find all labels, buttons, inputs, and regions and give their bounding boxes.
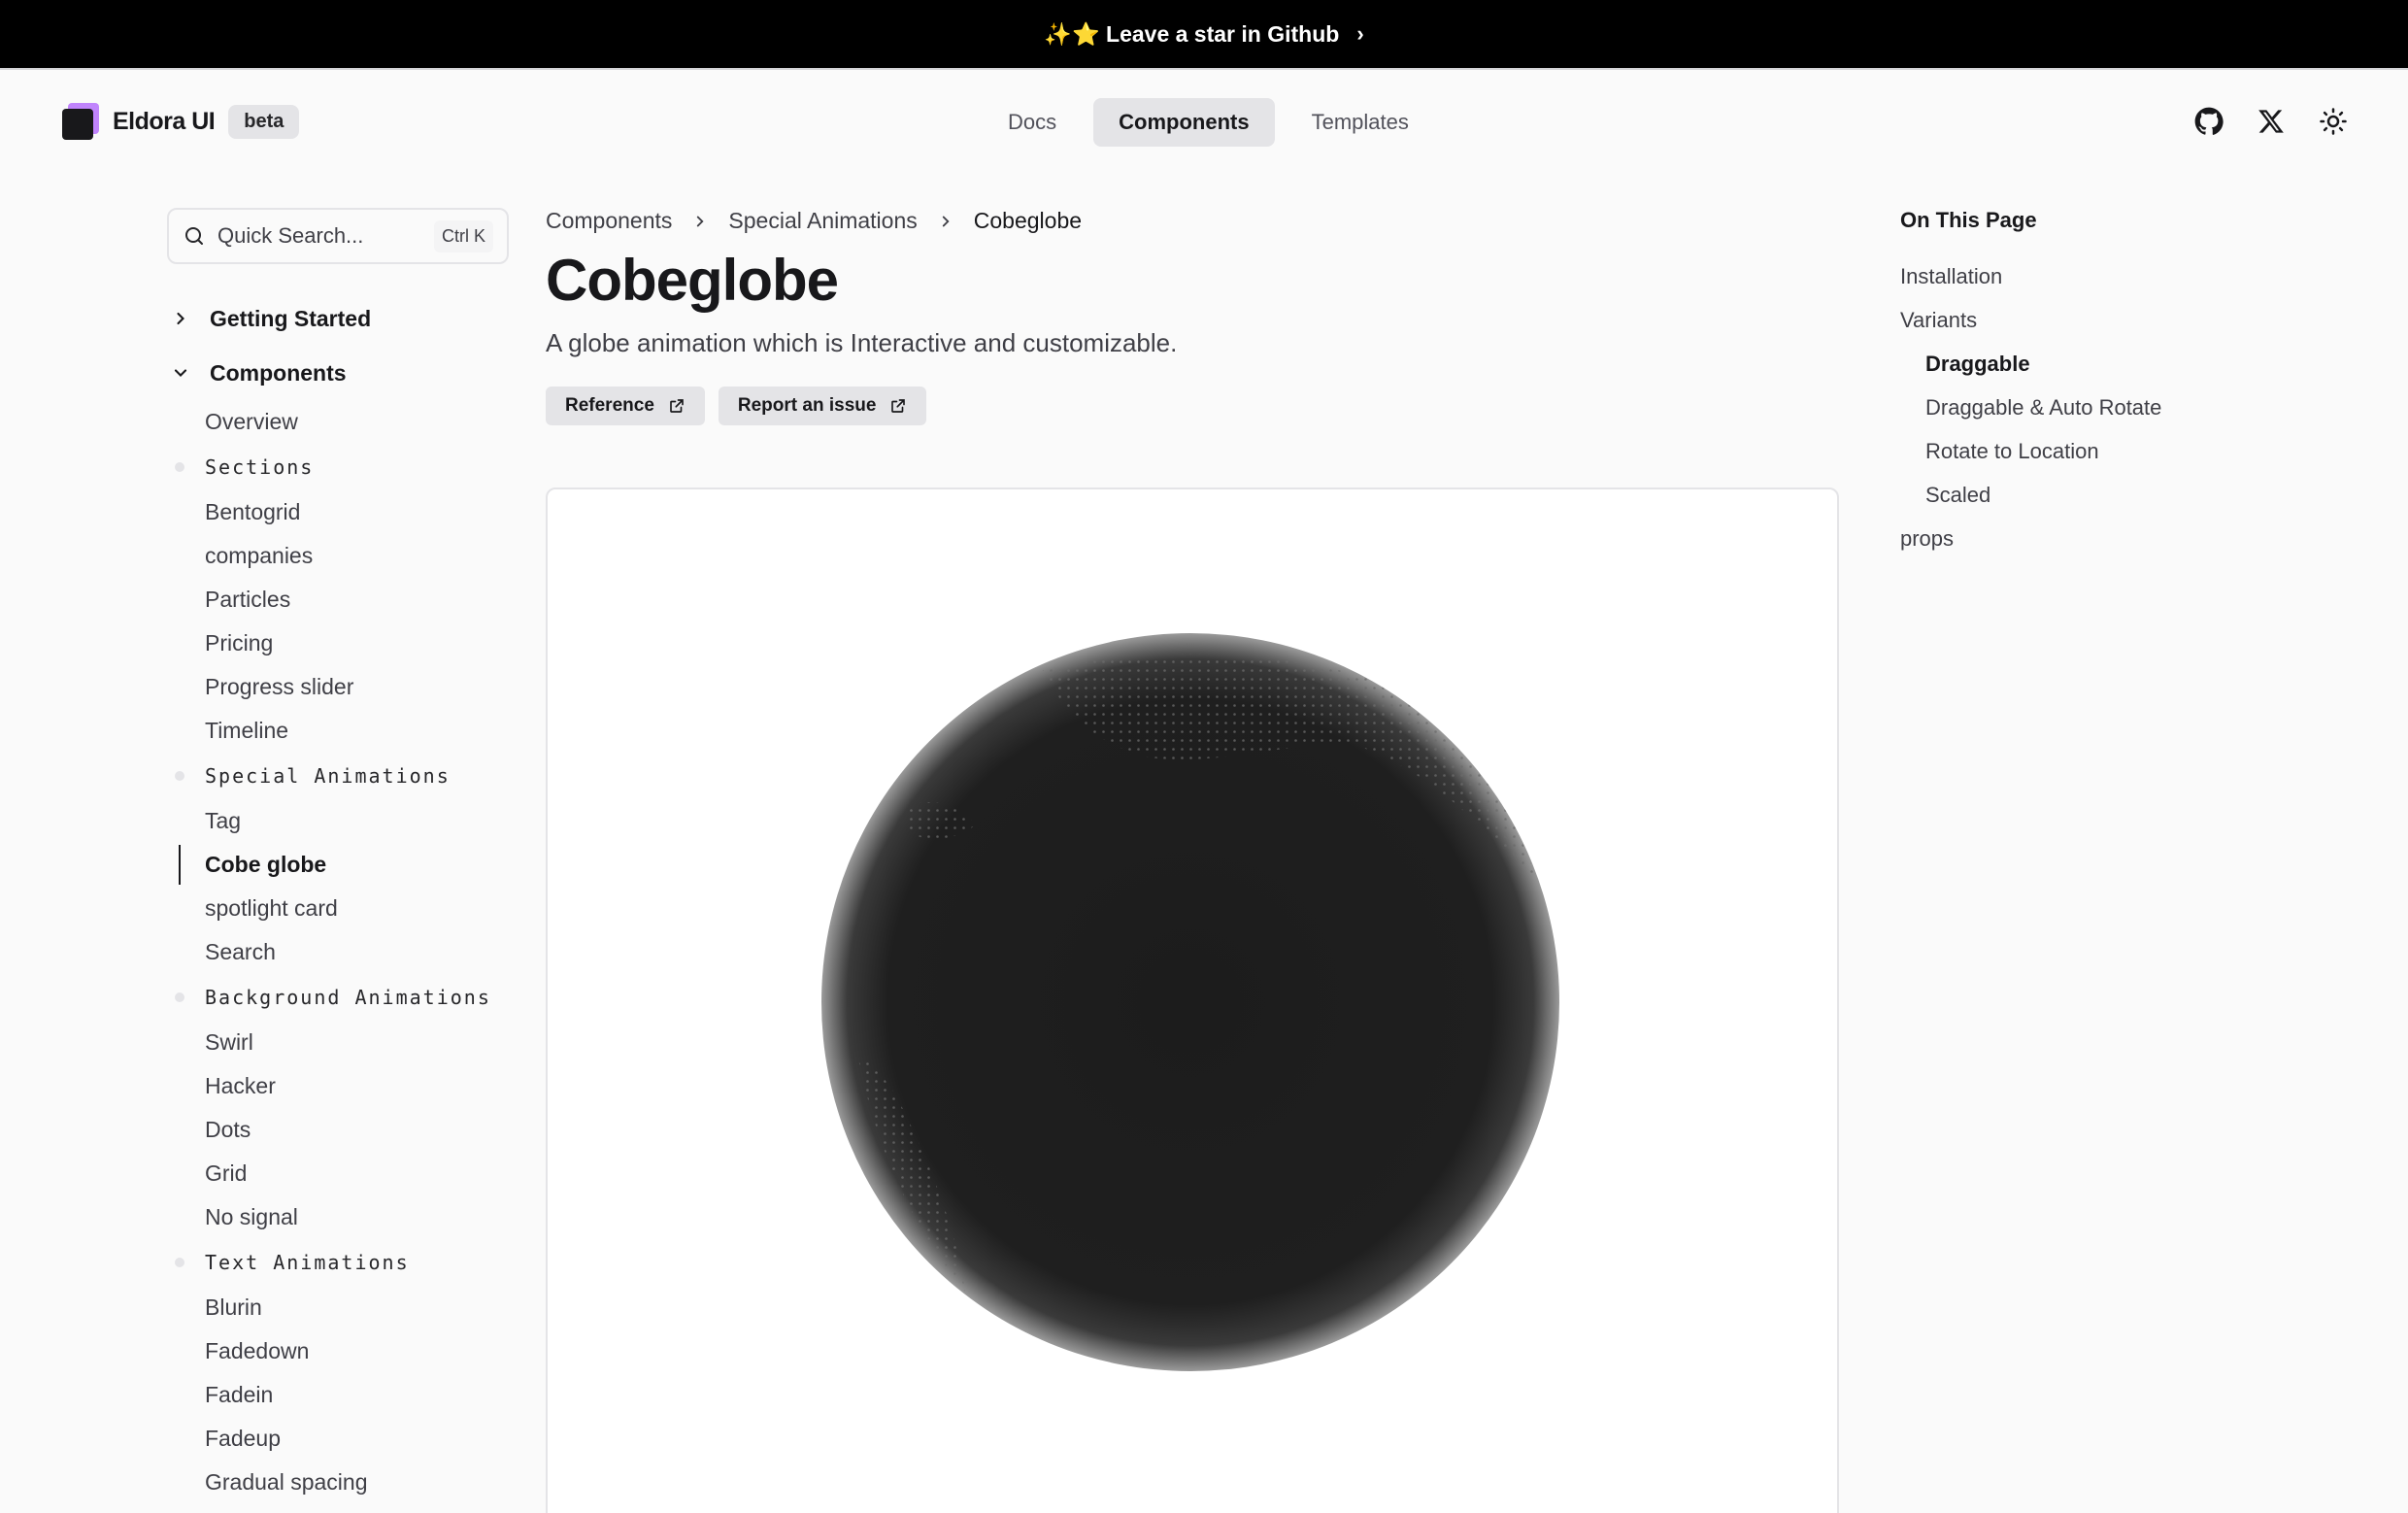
sidebar-item-grid[interactable]: Grid: [167, 1152, 517, 1195]
toc-scaled[interactable]: Scaled: [1900, 473, 2308, 517]
sidebar-section-title: Sections: [167, 444, 517, 490]
chevron-right-icon: ›: [1356, 21, 1364, 46]
sidebar-item-blurin[interactable]: Blurin: [167, 1286, 517, 1329]
chevron-down-icon: [174, 369, 187, 377]
sidebar-group-label: Getting Started: [210, 305, 372, 331]
brand-link[interactable]: Eldora UI beta: [62, 103, 300, 140]
report-issue-label: Report an issue: [737, 395, 877, 416]
brand-name: Eldora UI: [113, 107, 216, 135]
breadcrumb-special-animations[interactable]: Special Animations: [728, 208, 917, 234]
sidebar-item-companies[interactable]: companies: [167, 534, 517, 578]
chevron-right-icon: [942, 216, 950, 226]
search-shortcut: Ctrl K: [434, 219, 493, 252]
report-issue-button[interactable]: Report an issue: [718, 387, 927, 425]
toc-variants[interactable]: Variants: [1900, 298, 2308, 342]
sidebar-section-title: Text Animations: [167, 1239, 517, 1286]
toc-installation[interactable]: Installation: [1900, 254, 2308, 298]
toc-draggable[interactable]: Draggable: [1900, 342, 2308, 386]
breadcrumb-components[interactable]: Components: [546, 208, 672, 234]
breadcrumb: Components Special Animations Cobeglobe: [546, 208, 1082, 234]
banner-text: ✨⭐ Leave a star in Github: [1044, 20, 1340, 47]
beta-badge: beta: [228, 104, 300, 139]
nav-docs[interactable]: Docs: [983, 98, 1082, 147]
sidebar-item-no-signal[interactable]: No signal: [167, 1195, 517, 1239]
quick-search[interactable]: Quick Search... Ctrl K: [167, 208, 509, 264]
sidebar: Getting Started Components Overview Sect…: [167, 291, 517, 1504]
sidebar-item-overview[interactable]: Overview: [167, 400, 517, 444]
toc-props[interactable]: props: [1900, 517, 2308, 560]
sidebar-item-gradual-spacing[interactable]: Gradual spacing: [167, 1461, 517, 1504]
sidebar-item-pricing[interactable]: Pricing: [167, 622, 517, 665]
search-placeholder: Quick Search...: [217, 223, 364, 248]
page-title: Cobeglobe: [546, 248, 839, 313]
on-this-page: On This Page Installation Variants Dragg…: [1900, 208, 2308, 560]
sidebar-item-spotlight-card[interactable]: spotlight card: [167, 887, 517, 930]
chevron-right-icon: [697, 216, 704, 226]
sidebar-section-title: Background Animations: [167, 974, 517, 1021]
header-icons: [2192, 105, 2350, 138]
toc-title: On This Page: [1900, 208, 2037, 232]
sun-icon[interactable]: [2317, 105, 2350, 138]
sidebar-item-dots[interactable]: Dots: [167, 1108, 517, 1152]
sidebar-item-bentogrid[interactable]: Bentogrid: [167, 490, 517, 534]
component-preview: [546, 488, 1839, 1513]
sidebar-section-title: Special Animations: [167, 753, 517, 799]
sidebar-group-components[interactable]: Components: [167, 346, 517, 400]
sidebar-item-tag[interactable]: Tag: [167, 799, 517, 843]
sidebar-item-swirl[interactable]: Swirl: [167, 1021, 517, 1064]
nav-templates[interactable]: Templates: [1287, 98, 1434, 147]
page-actions: Reference Report an issue: [546, 387, 927, 425]
sidebar-item-search[interactable]: Search: [167, 930, 517, 974]
sidebar-item-timeline[interactable]: Timeline: [167, 709, 517, 753]
page-subtitle: A globe animation which is Interactive a…: [546, 328, 1178, 357]
site-header: Eldora UI beta Docs Components Templates: [0, 70, 2408, 171]
x-icon[interactable]: [2255, 105, 2288, 138]
reference-button[interactable]: Reference: [546, 387, 705, 425]
toc-draggable-auto-rotate[interactable]: Draggable & Auto Rotate: [1900, 386, 2308, 429]
github-star-banner[interactable]: ✨⭐ Leave a star in Github ›: [0, 0, 2408, 68]
logo-icon: [62, 103, 99, 140]
cobe-globe[interactable]: [819, 631, 1561, 1373]
toc-rotate-to-location[interactable]: Rotate to Location: [1900, 429, 2308, 473]
sidebar-group-label: Components: [210, 359, 347, 386]
external-link-icon: [670, 399, 684, 413]
search-icon: [185, 227, 203, 245]
breadcrumb-current: Cobeglobe: [973, 208, 1083, 233]
external-link-icon: [891, 399, 906, 413]
sidebar-item-fadein[interactable]: Fadein: [167, 1373, 517, 1417]
sidebar-item-progress-slider[interactable]: Progress slider: [167, 665, 517, 709]
nav-components[interactable]: Components: [1093, 98, 1275, 147]
reference-label: Reference: [565, 395, 654, 416]
sidebar-group-getting-started[interactable]: Getting Started: [167, 291, 517, 346]
github-icon[interactable]: [2192, 105, 2225, 138]
sidebar-item-fadedown[interactable]: Fadedown: [167, 1329, 517, 1373]
sidebar-item-fadeup[interactable]: Fadeup: [167, 1417, 517, 1461]
sidebar-item-cobe-globe[interactable]: Cobe globe: [167, 843, 517, 887]
main-nav: Docs Components Templates: [983, 98, 1434, 147]
chevron-right-icon: [177, 312, 184, 325]
sidebar-item-hacker[interactable]: Hacker: [167, 1064, 517, 1108]
sidebar-item-particles[interactable]: Particles: [167, 578, 517, 622]
